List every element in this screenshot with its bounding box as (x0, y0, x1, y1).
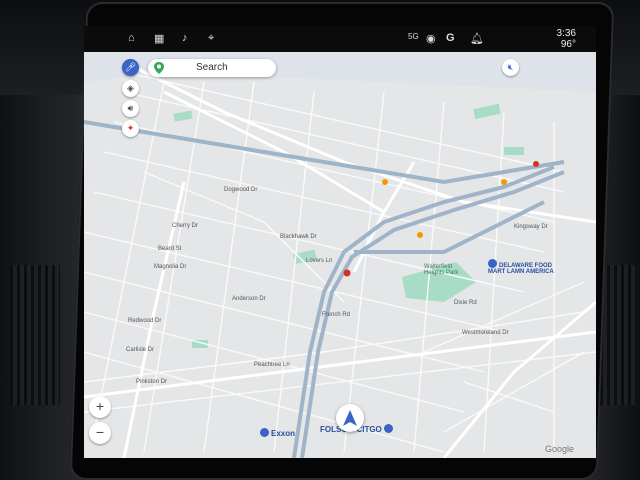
microphone-icon[interactable]: 🎤︎ (122, 59, 139, 76)
street-label: Westmoreland Dr (462, 330, 509, 336)
street-label: Cherry Dr (172, 223, 199, 229)
location-pin-icon: ◉ (426, 33, 436, 45)
clock-temperature: 3:36 96° (557, 28, 576, 50)
search-placeholder: Search (196, 62, 228, 73)
location-icon[interactable]: ⌖ (208, 32, 214, 45)
street-label: Dixie Rd (454, 300, 477, 306)
volume-icon[interactable]: 🔊︎ (122, 100, 139, 117)
street-label: Dogwood Dr (224, 187, 258, 193)
incident-marker (343, 269, 351, 277)
search-bar[interactable]: Search (148, 59, 276, 77)
maps-logo-icon (154, 62, 164, 74)
assistant-icon[interactable]: G (446, 32, 455, 44)
navigation-arrow-icon[interactable] (336, 404, 364, 432)
street-label: Lovers Ln (306, 258, 333, 264)
notification-bell-icon[interactable]: 🔔︎ (470, 32, 484, 45)
layers-icon[interactable]: ◈ (122, 80, 139, 97)
poi-exxon[interactable]: Exxon (260, 428, 295, 438)
apps-grid-icon[interactable]: ▦ (154, 32, 164, 45)
music-icon[interactable]: ♪ (182, 32, 188, 44)
park-label: Walterfield Heights Park (424, 264, 459, 276)
mute-icon[interactable]: 🔇︎ (502, 59, 519, 76)
street-label: French Rd (322, 312, 351, 318)
street-label: Kingsway Dr (514, 224, 548, 230)
outside-temperature: 96° (560, 39, 576, 50)
status-bar: ⌂ ▦ ♪ ⌖ 5G ◉ G 🔔︎ 3:36 96° (84, 26, 596, 52)
zoom-out-button[interactable]: − (89, 422, 111, 444)
street-label: Beard St (158, 246, 182, 252)
street-label: Pinkston Dr (136, 379, 168, 385)
map-canvas[interactable] (84, 52, 596, 458)
gas-station-icon (260, 428, 269, 437)
compass-icon[interactable]: ✦ (122, 120, 139, 137)
google-attribution: Google (544, 444, 574, 454)
home-icon[interactable]: ⌂ (128, 32, 135, 44)
street-label: Magnolia Dr (154, 264, 187, 270)
zoom-in-button[interactable]: + (89, 396, 111, 418)
clock-time: 3:36 (556, 28, 576, 39)
gas-station-icon (384, 424, 394, 433)
poi-label[interactable]: DELAWARE FOOD MART LAMN AMERICA (488, 259, 558, 275)
street-label: Redwood Dr (128, 318, 162, 324)
street-label: Blackhawk Dr (280, 234, 317, 240)
street-label: Anderson Dr (232, 296, 266, 302)
street-label: Peachtree Ln (254, 362, 290, 368)
air-vent-left (10, 265, 60, 405)
air-vent-right (600, 265, 635, 405)
street-label: Carlisle Dr (126, 347, 155, 353)
network-label: 5G (408, 32, 419, 41)
infotainment-screen: ⌂ ▦ ♪ ⌖ 5G ◉ G 🔔︎ 3:36 96° Search 🎤︎ ◈ 🔊… (84, 26, 596, 458)
